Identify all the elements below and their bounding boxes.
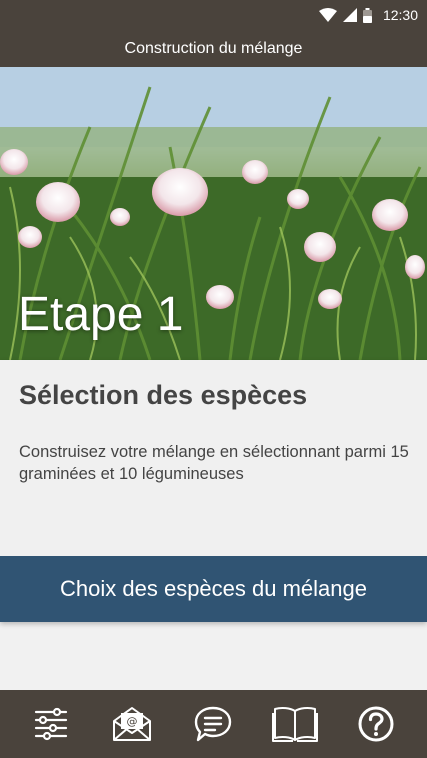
nav-contact[interactable]: @ (106, 698, 158, 750)
book-icon (271, 705, 318, 743)
choose-species-button[interactable]: Choix des espèces du mélange (0, 556, 427, 622)
app-header: Construction du mélange (0, 30, 427, 67)
bottom-nav: @ (0, 690, 427, 758)
wifi-icon (318, 8, 337, 22)
nav-documentation[interactable] (269, 698, 321, 750)
chat-icon (193, 705, 233, 743)
status-time: 12:30 (382, 7, 418, 23)
nav-chat[interactable] (187, 698, 239, 750)
battery-icon (362, 7, 372, 23)
email-icon: @ (112, 706, 152, 742)
nav-settings[interactable] (25, 698, 77, 750)
sliders-icon (33, 706, 69, 742)
step-title: Etape 1 (18, 288, 184, 341)
nav-help[interactable] (350, 698, 402, 750)
card-description: Construisez votre mélange en sélectionna… (19, 443, 409, 483)
status-bar: 12:30 (0, 0, 427, 30)
step-card: Sélection des espèces Construisez votre … (0, 360, 427, 622)
hero-image: Etape 1 (0, 67, 427, 360)
help-icon (357, 705, 395, 743)
card-title: Sélection des espèces (19, 380, 308, 410)
page-title: Construction du mélange (124, 39, 303, 57)
cellular-signal-icon (342, 8, 357, 22)
svg-text:@: @ (127, 715, 138, 728)
